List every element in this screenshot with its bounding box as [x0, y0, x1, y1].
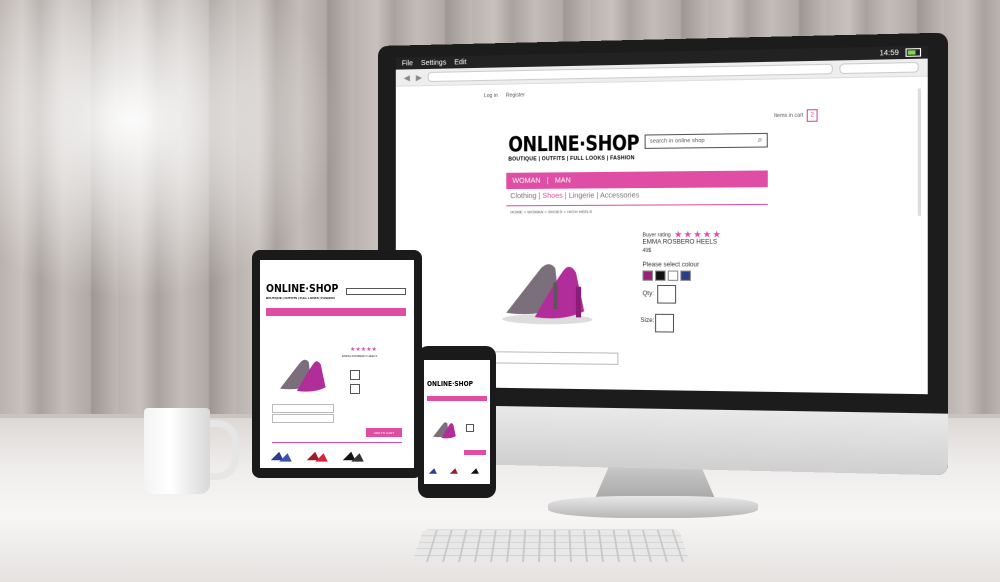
browser-search-field[interactable]: [839, 61, 919, 75]
scene: File Settings Edit 14:59 ◀ ▶ Log in Regi…: [0, 0, 1000, 582]
product-price: 49$: [642, 247, 652, 254]
phone-screen: ONLINE·SHOP: [424, 360, 490, 484]
cart-label: Items in cart: [774, 112, 804, 120]
nav-man[interactable]: MAN: [555, 177, 571, 184]
phone-thumbnails: [427, 466, 487, 476]
thumbnail-black-heels[interactable]: [340, 448, 368, 464]
tablet-product-name: EMMA ROSBERO HEELS: [342, 354, 378, 358]
subnav-clothing[interactable]: Clothing: [510, 193, 536, 200]
tablet-size-input[interactable]: [350, 384, 360, 394]
cart[interactable]: Items in cart 2: [774, 109, 818, 122]
qty-label: Qty:: [642, 291, 655, 298]
phone-product-image[interactable]: [430, 416, 460, 442]
tablet-product-image[interactable]: [274, 348, 334, 398]
main-nav: WOMAN | MAN: [506, 170, 768, 190]
sub-nav: Clothing | Shoes | Lingerie | Accessorie…: [510, 192, 640, 201]
size-input[interactable]: [655, 313, 675, 333]
qty-input[interactable]: [657, 284, 677, 304]
menu-file[interactable]: File: [402, 60, 413, 67]
shop-search-input[interactable]: search in online shop ⌕: [644, 132, 768, 149]
product-image-heels[interactable]: [496, 246, 599, 328]
menu-settings[interactable]: Settings: [421, 59, 446, 67]
phone-thumbnail-red[interactable]: [448, 466, 466, 476]
phone-main-nav[interactable]: [427, 396, 487, 401]
monitor-stand-base: [548, 496, 758, 518]
rating-label: Buyer rating: [642, 231, 671, 239]
colour-label: Please select colour: [642, 262, 700, 269]
subnav-lingerie[interactable]: Lingerie: [569, 193, 595, 200]
back-arrow-icon[interactable]: ◀: [404, 73, 410, 82]
nav-woman[interactable]: WOMAN: [512, 177, 540, 184]
register-link[interactable]: Register: [506, 92, 525, 98]
tablet-add-to-cart-button[interactable]: ADD TO CART: [366, 428, 402, 437]
phone-qty-input[interactable]: [466, 424, 474, 432]
colour-swatch-blue[interactable]: [680, 270, 691, 281]
tablet-divider: [272, 442, 402, 443]
scrollbar[interactable]: [917, 88, 922, 216]
keyboard: [412, 529, 690, 562]
colour-swatch-black[interactable]: [655, 270, 666, 281]
tablet-main-nav[interactable]: [266, 308, 406, 316]
tablet-screen: ONLINE·SHOP BOUTIQUE | OUTFITS | FULL LO…: [260, 260, 414, 468]
shop-logo[interactable]: ONLINE·SHOP BOUTIQUE | OUTFITS | FULL LO…: [508, 130, 662, 162]
phone-device: ONLINE·SHOP: [418, 346, 496, 498]
top-links: Log in Register: [484, 85, 928, 99]
colour-swatches: [642, 270, 691, 281]
product-name: EMMA ROSBERO HEELS: [642, 239, 718, 246]
review-field[interactable]: [494, 351, 619, 365]
tablet-logo[interactable]: ONLINE·SHOP: [266, 282, 338, 295]
tablet-tagline: BOUTIQUE | OUTFITS | FULL LOOKS | FASHIO…: [266, 296, 335, 300]
menu-edit[interactable]: Edit: [454, 59, 466, 66]
logo-text: ONLINE·SHOP: [508, 130, 640, 157]
subnav-shoes[interactable]: Shoes: [542, 193, 562, 200]
forward-arrow-icon[interactable]: ▶: [416, 73, 422, 82]
tablet-search-input[interactable]: [346, 288, 406, 295]
tablet-qty-input[interactable]: [350, 370, 360, 380]
colour-swatch-purple[interactable]: [642, 270, 653, 281]
coffee-mug: [144, 408, 210, 494]
thumbnail-blue-heels[interactable]: [268, 448, 296, 464]
login-link[interactable]: Log in: [484, 93, 498, 99]
search-placeholder: search in online shop: [649, 137, 705, 145]
breadcrumb[interactable]: HOME > WOMAN > SHOES > HIGH HEELS: [510, 209, 592, 214]
tablet-field-2[interactable]: [272, 414, 334, 423]
thumbnail-red-heels[interactable]: [304, 448, 332, 464]
monitor-screen: File Settings Edit 14:59 ◀ ▶ Log in Regi…: [395, 45, 928, 395]
phone-add-to-cart-button[interactable]: [464, 450, 486, 455]
tablet-thumbnails: [268, 448, 368, 464]
subnav-accessories[interactable]: Accessories: [600, 192, 639, 199]
phone-thumbnail-blue[interactable]: [427, 466, 445, 476]
phone-logo[interactable]: ONLINE·SHOP: [427, 380, 473, 388]
clock: 14:59: [879, 49, 899, 57]
search-icon[interactable]: ⌕: [758, 135, 763, 145]
tablet-field-1[interactable]: [272, 404, 334, 413]
subnav-underline: [506, 203, 768, 207]
nav-separator: |: [546, 177, 549, 185]
phone-thumbnail-black[interactable]: [469, 466, 487, 476]
colour-swatch-white[interactable]: [667, 270, 679, 281]
tablet-device: ONLINE·SHOP BOUTIQUE | OUTFITS | FULL LO…: [252, 250, 422, 478]
cart-count-badge[interactable]: 2: [806, 109, 818, 122]
tablet-star-rating-icon[interactable]: ★★★★★: [350, 346, 377, 353]
battery-icon: [905, 48, 922, 57]
size-label: Size:: [640, 317, 655, 325]
